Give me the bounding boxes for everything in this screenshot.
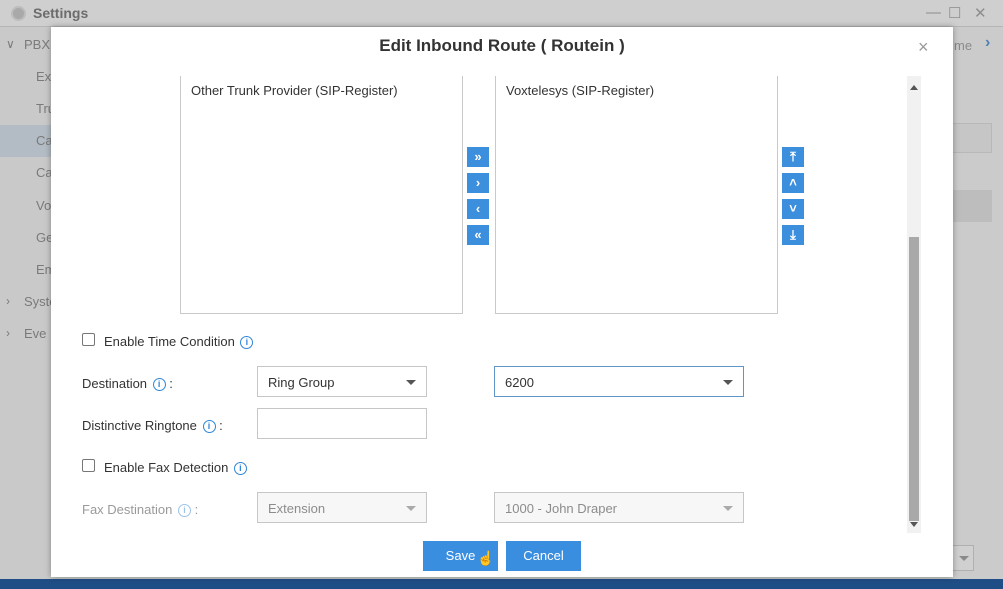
background-row bbox=[952, 190, 992, 222]
settings-titlebar: Settings — ☐ ✕ bbox=[0, 0, 1003, 27]
edit-inbound-route-dialog: Edit Inbound Route ( Routein ) × Other T… bbox=[51, 27, 953, 577]
cancel-button[interactable]: Cancel bbox=[506, 541, 581, 571]
close-icon[interactable]: × bbox=[918, 37, 929, 58]
chevron-down-icon bbox=[723, 380, 733, 390]
chevron-down-icon bbox=[723, 506, 733, 516]
enable-fax-detection-label: Enable Fax Detection i bbox=[104, 460, 247, 475]
scroll-up-icon[interactable] bbox=[910, 81, 918, 90]
sidebar-item-general[interactable]: Ge bbox=[0, 222, 53, 254]
info-icon: i bbox=[177, 504, 191, 517]
distinctive-ringtone-label: Distinctive Ringtone i : bbox=[82, 418, 223, 433]
info-icon[interactable]: i bbox=[233, 462, 247, 475]
chevron-right-icon[interactable]: › bbox=[985, 34, 990, 52]
chevron-down-icon: ∨ bbox=[6, 37, 15, 51]
sidebar-item-pbx[interactable]: ∨ PBX bbox=[0, 29, 52, 61]
sidebar-item-event-center[interactable]: › Eve bbox=[0, 318, 52, 350]
destination-value-select[interactable]: 6200 bbox=[494, 366, 744, 397]
background-select bbox=[952, 545, 974, 571]
destination-label: Destination i : bbox=[82, 376, 173, 391]
enable-time-condition-label: Enable Time Condition i bbox=[104, 334, 254, 349]
chevron-down-icon bbox=[959, 556, 969, 566]
destination-type-select[interactable]: Ring Group bbox=[257, 366, 427, 397]
move-bottom-button[interactable]: ⤓ bbox=[782, 225, 804, 245]
list-item[interactable]: Other Trunk Provider (SIP-Register) bbox=[191, 83, 398, 98]
settings-gear-icon bbox=[11, 6, 26, 21]
scroll-down-icon[interactable] bbox=[910, 522, 918, 531]
fax-destination-type-select: Extension bbox=[257, 492, 427, 523]
move-left-button[interactable]: ‹ bbox=[467, 199, 489, 219]
list-item[interactable]: Voxtelesys (SIP-Register) bbox=[506, 83, 654, 98]
chevron-down-icon bbox=[406, 506, 416, 516]
chevron-down-icon bbox=[406, 380, 416, 390]
fax-destination-label: Fax Destination i : bbox=[82, 502, 199, 517]
chevron-right-icon: › bbox=[6, 326, 10, 340]
move-up-button[interactable]: ˄ bbox=[782, 173, 804, 193]
selected-trunks-list[interactable]: Voxtelesys (SIP-Register) bbox=[495, 76, 778, 314]
info-icon[interactable]: i bbox=[240, 336, 254, 349]
info-icon[interactable]: i bbox=[152, 378, 166, 391]
minimize-icon[interactable]: — bbox=[926, 4, 941, 21]
move-all-right-button[interactable]: » bbox=[467, 147, 489, 167]
sidebar-item-trunks[interactable]: Tru bbox=[0, 93, 55, 125]
scroll-thumb[interactable] bbox=[909, 237, 919, 521]
sidebar-item-call-features[interactable]: Ca bbox=[0, 157, 53, 189]
background-input bbox=[952, 123, 992, 153]
sidebar-item-extensions[interactable]: Ex bbox=[0, 61, 52, 93]
enable-fax-detection-checkbox[interactable] bbox=[82, 459, 95, 472]
dialog-title: Edit Inbound Route ( Routein ) bbox=[379, 36, 625, 55]
settings-window-title: Settings bbox=[33, 5, 89, 21]
sidebar-item-voice-prompts[interactable]: Vo bbox=[0, 190, 52, 222]
close-window-icon[interactable]: ✕ bbox=[974, 4, 987, 22]
chevron-right-icon: › bbox=[6, 294, 10, 308]
available-trunks-list[interactable]: Other Trunk Provider (SIP-Register) bbox=[180, 76, 463, 314]
move-top-button[interactable]: ⤒ bbox=[782, 147, 804, 167]
dialog-scrollbar[interactable] bbox=[907, 76, 921, 533]
move-all-left-button[interactable]: « bbox=[467, 225, 489, 245]
hand-cursor-icon: ☝ bbox=[477, 550, 495, 566]
sidebar-item-call-control[interactable]: Ca bbox=[0, 125, 53, 157]
info-icon[interactable]: i bbox=[202, 420, 216, 433]
distinctive-ringtone-input[interactable] bbox=[257, 408, 427, 439]
sidebar-item-emergency[interactable]: Em bbox=[0, 254, 56, 286]
maximize-icon[interactable]: ☐ bbox=[948, 4, 961, 22]
sidebar-item-system[interactable]: › Syste bbox=[0, 286, 57, 318]
move-right-button[interactable]: › bbox=[467, 173, 489, 193]
taskbar bbox=[0, 579, 1003, 589]
background-partial-text: me bbox=[954, 38, 973, 53]
move-down-button[interactable]: ˅ bbox=[782, 199, 804, 219]
background-right-panel: me › bbox=[952, 27, 1003, 589]
fax-destination-value-select: 1000 - John Draper bbox=[494, 492, 744, 523]
settings-sidebar: ∨ PBX Ex Tru Ca Ca Vo Ge Em › Syste › Ev… bbox=[0, 27, 57, 589]
enable-time-condition-checkbox[interactable] bbox=[82, 333, 95, 346]
